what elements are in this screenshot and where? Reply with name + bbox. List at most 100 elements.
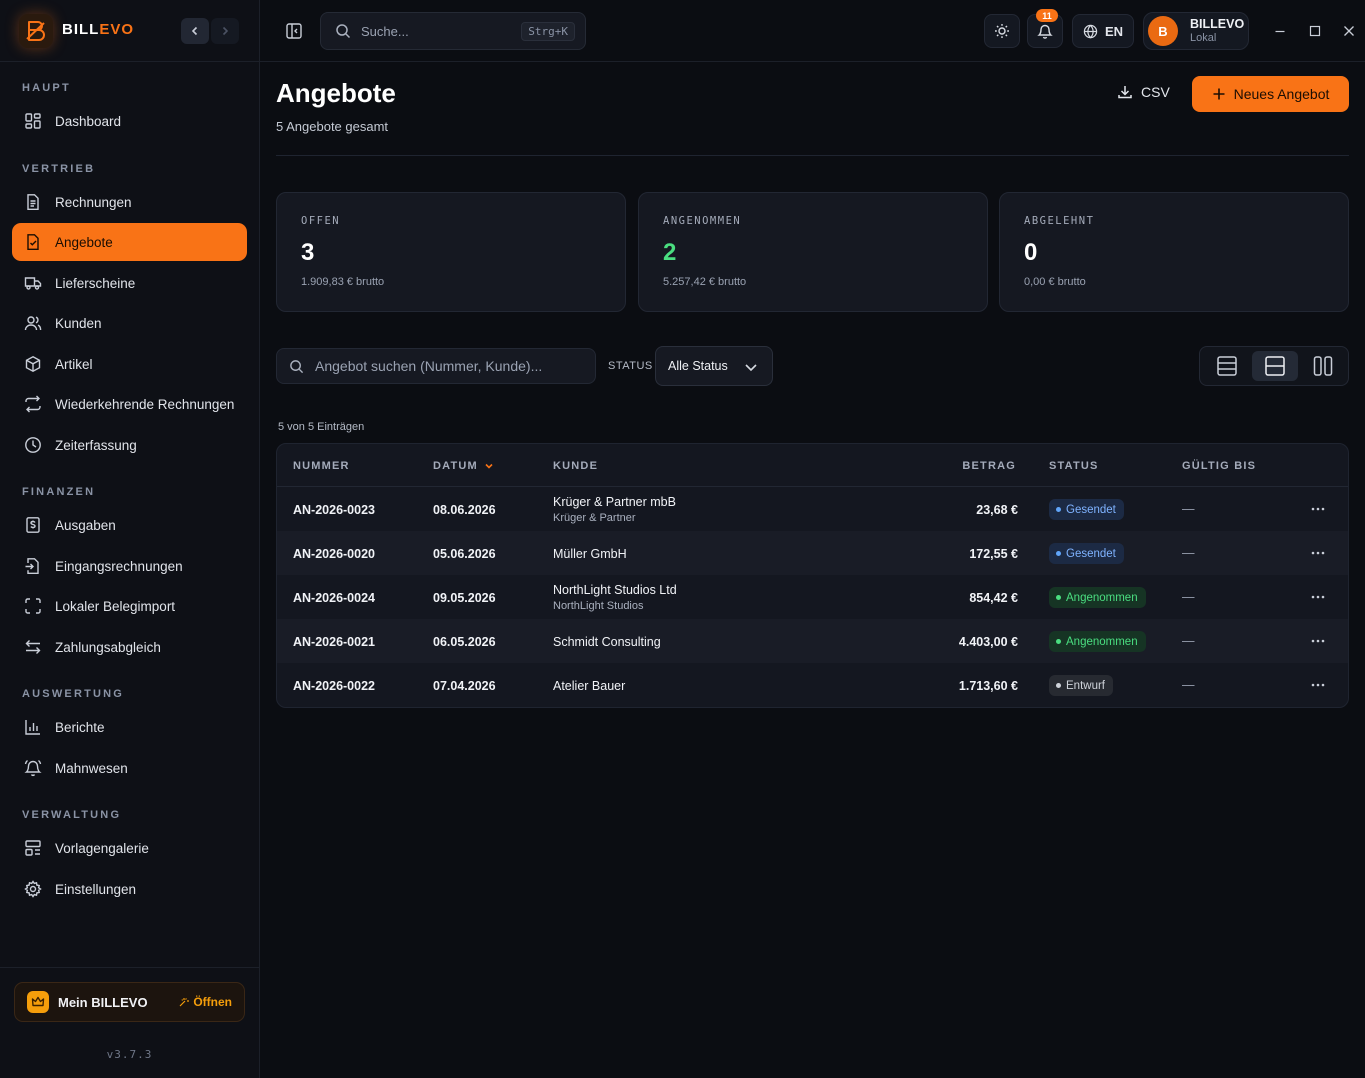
table-row[interactable]: AN-2026-0022 07.04.2026 Atelier Bauer 1.… xyxy=(277,663,1348,707)
back-button[interactable] xyxy=(181,18,209,44)
sidebar-item-wiederkehrende-rechnungen[interactable]: Wiederkehrende Rechnungen xyxy=(12,385,247,423)
sidebar-item-eingangsrechnungen[interactable]: Eingangsrechnungen xyxy=(12,547,247,585)
status-filter-select[interactable]: Alle Status xyxy=(655,346,773,386)
dashboard-icon xyxy=(25,113,41,129)
status-badge: Gesendet xyxy=(1049,499,1124,520)
sidebar-item-label: Lieferscheine xyxy=(55,275,136,291)
quote-search-input[interactable]: Angebot suchen (Nummer, Kunde)... xyxy=(276,348,596,384)
page-title: Angebote xyxy=(276,78,396,108)
notification-count-badge: 11 xyxy=(1036,9,1058,22)
stat-card-angenommen: ANGENOMMEN 2 5.257,42 € brutto xyxy=(638,192,988,312)
column-header-status[interactable]: STATUS xyxy=(1049,460,1099,472)
plus-icon xyxy=(1213,88,1225,100)
sidebar-item-kunden[interactable]: Kunden xyxy=(12,304,247,342)
csv-export-button[interactable]: CSV xyxy=(1117,84,1170,100)
quote-amount: 4.403,00 € xyxy=(958,635,1018,649)
sidebar-toggle-button[interactable] xyxy=(284,20,304,47)
table-row[interactable]: AN-2026-0024 09.05.2026 NorthLight Studi… xyxy=(277,575,1348,619)
sidebar-item-label: Angebote xyxy=(55,234,113,250)
sidebar-item-label: Mahnwesen xyxy=(55,760,128,776)
open-button[interactable]: Öffnen xyxy=(178,995,232,1009)
sidebar-item-label: Kunden xyxy=(55,315,102,331)
crown-icon xyxy=(27,991,49,1013)
sidebar-item-einstellungen[interactable]: Einstellungen xyxy=(12,870,247,908)
close-button[interactable] xyxy=(1340,22,1358,40)
status-filter-label: STATUS xyxy=(608,360,653,372)
close-icon xyxy=(1344,26,1354,36)
sidebar-item-lokaler-belegimport[interactable]: Lokaler Belegimport xyxy=(12,587,247,625)
sidebar-item-artikel[interactable]: Artikel xyxy=(12,345,247,383)
sidebar-item-vorlagengalerie[interactable]: Vorlagengalerie xyxy=(12,829,247,867)
view-columns-button[interactable] xyxy=(1300,351,1346,381)
user-menu[interactable]: B BILLEVO Lokal xyxy=(1143,12,1249,50)
stat-value: 2 xyxy=(663,239,677,266)
sidebar-item-zahlungsabgleich[interactable]: Zahlungsabgleich xyxy=(12,628,247,666)
sidebar-toggle-icon xyxy=(286,23,302,39)
row-actions-button[interactable] xyxy=(1310,633,1326,649)
sidebar-item-lieferscheine[interactable]: Lieferscheine xyxy=(12,264,247,302)
template-icon xyxy=(25,840,41,856)
quote-number[interactable]: AN-2026-0022 xyxy=(293,679,375,693)
view-compact-button[interactable] xyxy=(1204,351,1250,381)
clock-icon xyxy=(25,437,41,453)
table-row[interactable]: AN-2026-0023 08.06.2026 Krüger & Partner… xyxy=(277,487,1348,531)
invoice-icon xyxy=(27,194,39,210)
mein-billevo-card[interactable]: Mein BILLEVO Öffnen xyxy=(14,982,245,1022)
quote-number[interactable]: AN-2026-0020 xyxy=(293,547,375,561)
customer-subname: NorthLight Studios xyxy=(553,600,644,612)
table-row[interactable]: AN-2026-0020 05.06.2026 Müller GmbH 172,… xyxy=(277,531,1348,575)
sidebar-item-label: Zeiterfassung xyxy=(55,437,137,453)
column-header-datum[interactable]: DATUM xyxy=(433,460,494,472)
notifications-button[interactable]: 11 xyxy=(1027,9,1063,48)
column-header-nummer[interactable]: NUMMER xyxy=(293,460,350,472)
new-quote-button[interactable]: Neues Angebot xyxy=(1192,76,1349,112)
global-search[interactable]: Suche... Strg+K xyxy=(320,12,586,50)
status-dot xyxy=(1056,551,1061,556)
user-name: BILLEVO xyxy=(1190,17,1245,32)
sidebar-item-label: Einstellungen xyxy=(55,881,137,897)
language-button[interactable]: EN xyxy=(1072,14,1134,48)
maximize-button[interactable] xyxy=(1306,22,1324,40)
quote-date: 07.04.2026 xyxy=(433,679,496,693)
sidebar-item-berichte[interactable]: Berichte xyxy=(12,708,247,746)
row-actions-button[interactable] xyxy=(1310,545,1326,561)
table-row[interactable]: AN-2026-0021 06.05.2026 Schmidt Consulti… xyxy=(277,619,1348,663)
column-header-betrag[interactable]: BETRAG xyxy=(962,460,1016,472)
sidebar-item-rechnungen[interactable]: Rechnungen xyxy=(12,183,247,221)
chevron-left-icon xyxy=(191,26,198,36)
minimize-icon xyxy=(1275,30,1285,33)
status-text: Entwurf xyxy=(1066,679,1105,692)
valid-until: — xyxy=(1182,502,1195,516)
sidebar-item-label: Lokaler Belegimport xyxy=(55,598,176,614)
sidebar-item-dashboard[interactable]: Dashboard xyxy=(12,102,247,140)
minimize-button[interactable] xyxy=(1271,22,1289,40)
sidebar-item-angebote[interactable]: Angebote xyxy=(12,223,247,261)
sidebar-item-zeiterfassung[interactable]: Zeiterfassung xyxy=(12,426,247,464)
row-actions-button[interactable] xyxy=(1310,677,1326,693)
view-comfortable-button[interactable] xyxy=(1252,351,1298,381)
status-dot xyxy=(1056,683,1061,688)
theme-toggle-button[interactable] xyxy=(984,14,1020,48)
file-import-icon xyxy=(25,558,39,574)
quote-number[interactable]: AN-2026-0023 xyxy=(293,503,375,517)
valid-until: — xyxy=(1182,590,1195,604)
column-header-gueltig-bis[interactable]: GÜLTIG BIS xyxy=(1182,460,1256,472)
new-quote-label: Neues Angebot xyxy=(1233,86,1330,102)
column-header-kunde[interactable]: KUNDE xyxy=(553,460,598,472)
quote-number[interactable]: AN-2026-0021 xyxy=(293,635,375,649)
mein-billevo-label: Mein BILLEVO xyxy=(58,994,148,1010)
forward-button[interactable] xyxy=(211,18,239,44)
language-label: EN xyxy=(1104,23,1124,39)
row-actions-button[interactable] xyxy=(1310,589,1326,605)
quote-number[interactable]: AN-2026-0024 xyxy=(293,591,375,605)
sparkle-icon xyxy=(179,997,190,1006)
search-placeholder: Suche... xyxy=(361,23,409,39)
more-horizontal-icon xyxy=(1311,507,1325,511)
csv-label: CSV xyxy=(1141,84,1170,100)
sidebar-item-ausgaben[interactable]: Ausgaben xyxy=(12,506,247,544)
sidebar-item-mahnwesen[interactable]: Mahnwesen xyxy=(12,749,247,787)
brand-name: BILLEVO xyxy=(62,21,135,38)
quote-amount: 23,68 € xyxy=(976,503,1018,517)
row-actions-button[interactable] xyxy=(1310,501,1326,517)
stat-subtext: 5.257,42 € brutto xyxy=(663,276,747,288)
